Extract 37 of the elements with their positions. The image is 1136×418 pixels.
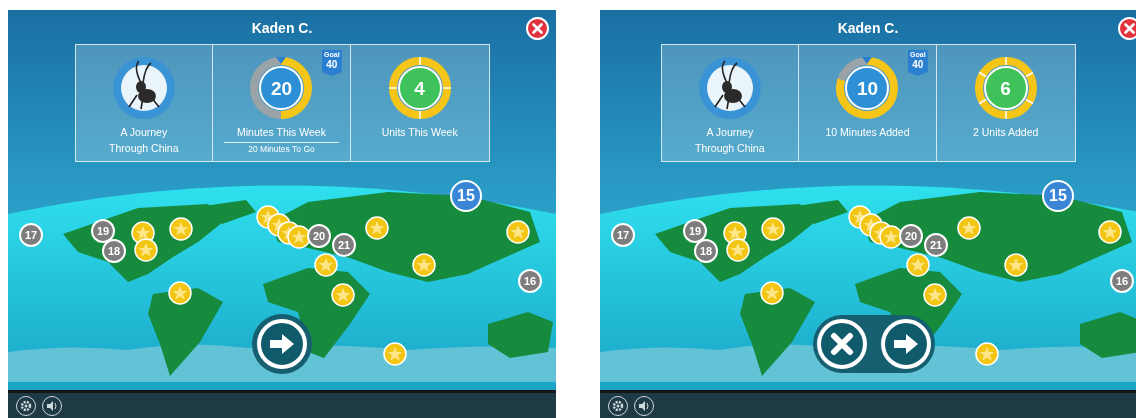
player-name: Kaden C. [251,19,313,38]
close-icon [830,332,854,356]
units-count: 4 [414,78,425,98]
close-button[interactable] [1118,17,1136,40]
close-icon [1124,23,1135,34]
arrow-right-icon [892,333,920,355]
units-count: 6 [1000,78,1011,98]
ant-book-icon [696,55,763,121]
arrow-right-icon [268,333,296,355]
cancel-button[interactable] [817,319,867,369]
next-button[interactable] [881,319,931,369]
minutes-count: 20 [270,78,293,98]
units-caption: Units This Week [381,125,458,140]
units-caption: 2 Units Added [972,125,1039,140]
minutes-caption: 10 Minutes Added [825,125,910,140]
marker-icon [276,57,287,64]
gear-icon [19,398,33,413]
map-pin[interactable]: 15 [1042,180,1074,212]
minutes-remaining: 20 Minutes To Go [224,141,339,156]
minutes-caption: Minutes This Week [237,125,326,140]
units-ring [386,55,453,121]
close-icon [532,23,543,34]
goal-value: 40 [326,59,338,70]
units-ring [972,55,1039,121]
player-name: Kaden C. [837,19,899,38]
minutes-badge [845,66,890,110]
minutes-badge [259,66,304,110]
close-button[interactable] [526,17,549,40]
minutes-count: 10 [856,78,879,98]
progress-track [838,57,868,82]
book-title: A Journey Through China [108,125,180,156]
marker-icon [862,57,873,64]
goal-value: 40 [912,59,924,70]
book-title: A Journey Through China [694,125,766,156]
map-pin[interactable]: 15 [450,180,482,212]
ant-book-icon [110,55,177,121]
gear-icon [611,398,625,413]
